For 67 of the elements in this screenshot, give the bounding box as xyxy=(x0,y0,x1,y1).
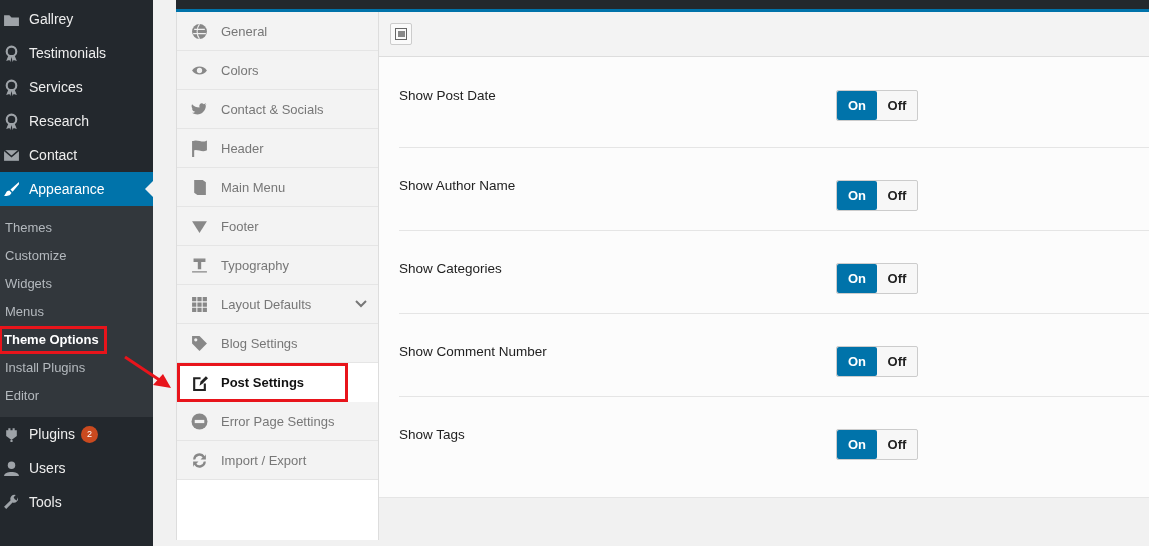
on-option[interactable]: On xyxy=(837,91,877,120)
setting-label: Show Categories xyxy=(399,261,503,276)
globe-icon xyxy=(191,22,208,40)
off-option[interactable]: Off xyxy=(877,347,917,376)
admin-menu-item[interactable]: Plugins 2 xyxy=(0,417,153,451)
off-option[interactable]: Off xyxy=(877,181,917,210)
on-option[interactable]: On xyxy=(837,264,877,293)
setting-label: Show Author Name xyxy=(399,178,517,193)
options-menu-item[interactable]: Header xyxy=(177,129,378,168)
grid-icon xyxy=(191,295,208,313)
admin-menu-item[interactable]: Testimonials xyxy=(0,36,153,70)
submenu-item[interactable]: Editor xyxy=(0,382,153,410)
options-menu-item[interactable]: Colors xyxy=(177,51,378,90)
update-count-badge: 2 xyxy=(80,425,98,443)
options-menu-item[interactable]: Footer xyxy=(177,207,378,246)
refresh-icon xyxy=(191,451,208,469)
submenu-item[interactable]: Themes xyxy=(0,214,153,242)
off-option[interactable]: Off xyxy=(877,430,917,459)
on-off-switch[interactable]: On Off xyxy=(836,180,918,211)
submenu-item[interactable]: Menus xyxy=(0,298,153,326)
options-menu-item[interactable]: Import / Export xyxy=(177,441,378,480)
tag-icon xyxy=(191,334,208,352)
admin-menu-item[interactable]: Gallrey xyxy=(0,2,153,36)
admin-menu-item[interactable]: Users xyxy=(0,451,153,485)
ribbon-icon xyxy=(3,112,20,130)
admin-menu-item[interactable]: Research xyxy=(0,104,153,138)
text-icon xyxy=(191,256,208,274)
wrench-icon xyxy=(3,493,20,511)
ribbon-icon xyxy=(3,44,20,62)
options-menu-item[interactable]: Typography xyxy=(177,246,378,285)
options-menu-item[interactable]: General xyxy=(177,12,378,51)
flag-icon xyxy=(191,139,208,157)
ribbon-icon xyxy=(3,78,20,96)
layout-icon xyxy=(395,28,407,40)
options-menu-item[interactable]: Main Menu xyxy=(177,168,378,207)
on-option[interactable]: On xyxy=(837,181,877,210)
setting-label: Show Tags xyxy=(399,427,466,442)
submenu-item[interactable]: Widgets xyxy=(0,270,153,298)
submenu-item[interactable]: Install Plugins xyxy=(0,354,153,382)
admin-menu-item[interactable]: Contact xyxy=(0,138,153,172)
user-icon xyxy=(3,459,20,477)
plug-icon xyxy=(3,425,20,443)
options-menu-item[interactable]: Error Page Settings xyxy=(177,402,378,441)
on-option[interactable]: On xyxy=(837,347,877,376)
annotation-arrow xyxy=(123,355,173,391)
on-off-switch[interactable]: On Off xyxy=(836,90,918,121)
admin-menu-item[interactable]: Tools xyxy=(0,485,153,519)
setting-label: Show Comment Number xyxy=(399,344,548,359)
off-option[interactable]: Off xyxy=(877,264,917,293)
on-off-switch[interactable]: On Off xyxy=(836,263,918,294)
options-menu-item[interactable]: Layout Defaults xyxy=(177,285,378,324)
layout-toggle-button[interactable] xyxy=(390,23,412,45)
options-menu-item[interactable]: Blog Settings xyxy=(177,324,378,363)
submenu-item[interactable]: Theme Options xyxy=(0,326,107,354)
admin-menu-item[interactable]: Appearance xyxy=(0,172,153,206)
on-off-switch[interactable]: On Off xyxy=(836,429,918,460)
on-off-switch[interactable]: On Off xyxy=(836,346,918,377)
on-option[interactable]: On xyxy=(837,430,877,459)
brush-icon xyxy=(3,180,20,198)
book-icon xyxy=(191,178,208,196)
minus-circle-icon xyxy=(191,412,208,430)
setting-label: Show Post Date xyxy=(399,88,497,103)
options-menu-item[interactable]: Contact & Socials xyxy=(177,90,378,129)
options-menu-item[interactable]: Post Settings xyxy=(177,363,348,402)
off-option[interactable]: Off xyxy=(877,91,917,120)
admin-menu-item[interactable]: Services xyxy=(0,70,153,104)
submenu-item[interactable]: Customize xyxy=(0,242,153,270)
